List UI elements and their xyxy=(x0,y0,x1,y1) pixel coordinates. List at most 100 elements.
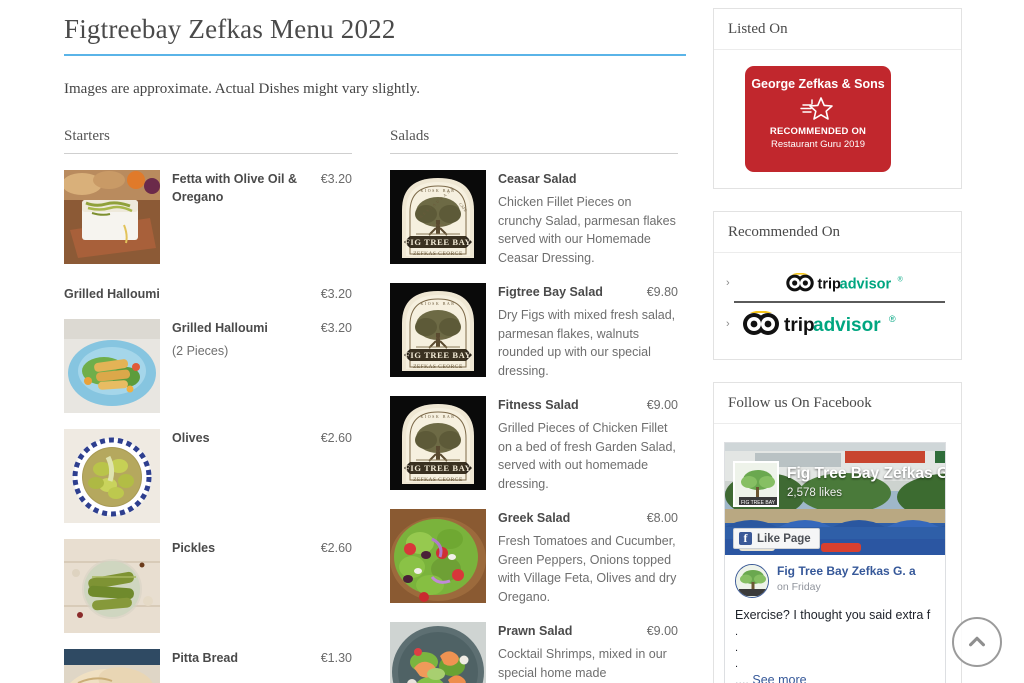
svg-text:advisor: advisor xyxy=(813,315,881,336)
main-content: Figtreebay Zefkas Menu 2022 Images are a… xyxy=(64,0,686,683)
widget-body-facebook: FIG TREE BAY Fig Tree Bay Zefkas G 2,578… xyxy=(714,424,961,683)
menu-item[interactable]: Fetta with Olive Oil & Oregano €3.20 xyxy=(64,170,352,264)
widget-recommended-on: Recommended On › trip advisor ® › trip a… xyxy=(713,211,962,360)
guru-badge-name: George Zefkas & Sons xyxy=(751,77,885,91)
menu-columns: Starters Fetta with Olive Oil & Oregano … xyxy=(64,128,686,683)
menu-item-name: Grilled Halloumi xyxy=(64,287,160,301)
menu-item-body: Fetta with Olive Oil & Oregano €3.20 xyxy=(172,170,352,264)
fig-tree-bay-logo: KIOSK BAR EST. 1993 FIG TREE BAY ZEFKAS … xyxy=(390,283,486,377)
svg-text:trip: trip xyxy=(817,276,840,292)
menu-item-name: Fetta with Olive Oil & Oregano xyxy=(172,172,298,204)
menu-item-body: Pitta Bread €1.30 xyxy=(172,649,352,683)
menu-item[interactable]: Grilled Halloumi €3.20 (2 Pieces) xyxy=(64,319,352,413)
fetta-cheese-photo xyxy=(64,170,160,264)
menu-item-head: Pitta Bread €1.30 xyxy=(172,649,352,667)
scroll-to-top-button[interactable] xyxy=(952,617,1002,667)
svg-text:EST. 1993: EST. 1993 xyxy=(431,449,445,453)
widget-body-listed-on: George Zefkas & Sons RECOMMENDED ON Rest… xyxy=(714,50,961,188)
tripadvisor-owl-icon: trip advisor ® xyxy=(743,311,896,336)
facebook-see-more[interactable]: .... See more xyxy=(735,673,935,683)
svg-text:FIG TREE BAY: FIG TREE BAY xyxy=(405,237,472,247)
grilled-halloumi-salad-photo xyxy=(64,319,160,413)
menu-item[interactable]: Prawn Salad €9.00 Cocktail Shrimps, mixe… xyxy=(390,622,678,683)
menu-item-desc: Dry Figs with mixed fresh salad, parmesa… xyxy=(498,308,676,378)
facebook-page-avatar: FIG TREE BAY xyxy=(733,461,779,507)
menu-item-name: Ceasar Salad xyxy=(498,172,577,186)
greek-salad-photo xyxy=(390,509,486,603)
menu-item-name: Grilled Halloumi xyxy=(172,321,268,335)
menu-item[interactable]: Olives €2.60 xyxy=(64,429,352,523)
widget-listed-on: Listed On George Zefkas & Sons RECOMMEND… xyxy=(713,8,962,189)
facebook-post-author[interactable]: Fig Tree Bay Zefkas G. a xyxy=(777,564,916,579)
svg-text:EST. 1993: EST. 1993 xyxy=(431,336,445,340)
menu-item-head: Ceasar Salad xyxy=(498,170,678,188)
menu-item-name: Olives xyxy=(172,431,210,445)
widget-title-recommended-on: Recommended On xyxy=(714,212,961,253)
menu-item-price: €3.20 xyxy=(320,172,352,186)
svg-text:®: ® xyxy=(889,314,896,324)
olives-bowl-photo xyxy=(64,429,160,523)
facebook-post-line-2: . xyxy=(735,642,739,654)
menu-item-desc: Chicken Fillet Pieces on crunchy Salad, … xyxy=(498,195,676,265)
menu-item[interactable]: KIOSK BAR EST. 1993 FIG TREE BAY ZEFKAS … xyxy=(390,396,678,493)
menu-item[interactable]: Pitta Bread €1.30 xyxy=(64,649,352,683)
menu-item[interactable]: Greek Salad €8.00 Fresh Tomatoes and Cuc… xyxy=(390,509,678,606)
menu-item-head: Olives €2.60 xyxy=(172,429,352,447)
facebook-post: Fig Tree Bay Zefkas G. a on Friday Exerc… xyxy=(725,555,945,683)
tripadvisor-link-large[interactable]: › trip advisor ® xyxy=(724,305,951,343)
facebook-post-line-1: . xyxy=(735,626,739,638)
menu-item[interactable]: RESTAURANT KIOSK BAR CAFE EST. 1993 FIG … xyxy=(390,170,678,267)
widget-title-facebook: Follow us On Facebook xyxy=(714,383,961,424)
menu-item-desc: Grilled Pieces of Chicken Fillet on a be… xyxy=(498,421,676,491)
see-more-label: See more xyxy=(752,673,807,683)
facebook-page-plugin[interactable]: FIG TREE BAY Fig Tree Bay Zefkas G 2,578… xyxy=(724,442,946,683)
facebook-post-header: Fig Tree Bay Zefkas G. a on Friday xyxy=(735,564,935,598)
menu-item[interactable]: KIOSK BAR EST. 1993 FIG TREE BAY ZEFKAS … xyxy=(390,283,678,380)
restaurant-guru-badge[interactable]: George Zefkas & Sons RECOMMENDED ON Rest… xyxy=(745,66,891,172)
svg-text:ZEFKAS GEORGE: ZEFKAS GEORGE xyxy=(413,364,463,370)
svg-text:ZEFKAS GEORGE: ZEFKAS GEORGE xyxy=(413,251,463,257)
menu-item-name: Pickles xyxy=(172,541,216,555)
prawn-salad-photo xyxy=(390,622,486,683)
section-heading-salads: Salads xyxy=(390,128,678,154)
svg-text:advisor: advisor xyxy=(839,276,891,292)
menu-item-name: Prawn Salad xyxy=(498,624,573,638)
intro-text: Images are approximate. Actual Dishes mi… xyxy=(64,81,421,97)
title-divider xyxy=(64,54,686,56)
menu-item-price: €3.20 xyxy=(320,321,352,335)
menu-item-body: Grilled Halloumi €3.20 xyxy=(64,285,352,303)
menu-item-price: €8.00 xyxy=(646,511,678,525)
menu-item-desc: Fresh Tomatoes and Cucumber, Green Peppe… xyxy=(498,534,677,604)
menu-item-name: Fitness Salad xyxy=(498,398,579,412)
tripadvisor-link-small[interactable]: › trip advisor ® xyxy=(724,267,951,299)
menu-item-head: Fetta with Olive Oil & Oregano €3.20 xyxy=(172,170,352,206)
menu-item-name: Greek Salad xyxy=(498,511,571,525)
like-page-label: Like Page xyxy=(757,532,811,545)
svg-text:KIOSK BAR: KIOSK BAR xyxy=(421,188,456,193)
star-icon xyxy=(798,95,838,123)
tripadvisor-logo-small: trip advisor ® xyxy=(738,273,951,293)
menu-item-name: Figtree Bay Salad xyxy=(498,285,603,299)
svg-text:®: ® xyxy=(897,275,902,283)
facebook-like-page-button[interactable]: f Like Page xyxy=(733,528,820,549)
tripadvisor-owl-icon: trip advisor ® xyxy=(785,273,902,292)
svg-text:KIOSK BAR: KIOSK BAR xyxy=(421,414,456,419)
menu-item-body: Ceasar Salad Chicken Fillet Pieces on cr… xyxy=(498,170,678,267)
facebook-cover-photo: FIG TREE BAY Fig Tree Bay Zefkas G 2,578… xyxy=(725,443,945,555)
menu-item-head: Grilled Halloumi €3.20 xyxy=(172,319,352,337)
facebook-post-meta: Fig Tree Bay Zefkas G. a on Friday xyxy=(777,564,916,593)
widget-body-recommended-on: › trip advisor ® › trip advisor ® xyxy=(714,253,961,359)
pickles-jar-photo xyxy=(64,539,160,633)
bullet-icon: › xyxy=(726,276,730,289)
menu-item-price: €9.80 xyxy=(646,285,678,299)
menu-item[interactable]: Pickles €2.60 xyxy=(64,539,352,633)
widget-title-listed-on: Listed On xyxy=(714,9,961,50)
facebook-icon: f xyxy=(739,532,752,545)
menu-column-salads: Salads RESTAURANT KIOSK BAR CAFE EST. 19… xyxy=(390,128,678,683)
svg-text:FIG TREE BAY: FIG TREE BAY xyxy=(405,350,472,360)
menu-item[interactable]: Grilled Halloumi €3.20 xyxy=(64,285,352,303)
menu-item-name: Pitta Bread xyxy=(172,651,238,665)
svg-text:EST. 1993: EST. 1993 xyxy=(431,223,445,227)
facebook-post-avatar xyxy=(735,564,769,598)
svg-text:trip: trip xyxy=(784,315,815,336)
